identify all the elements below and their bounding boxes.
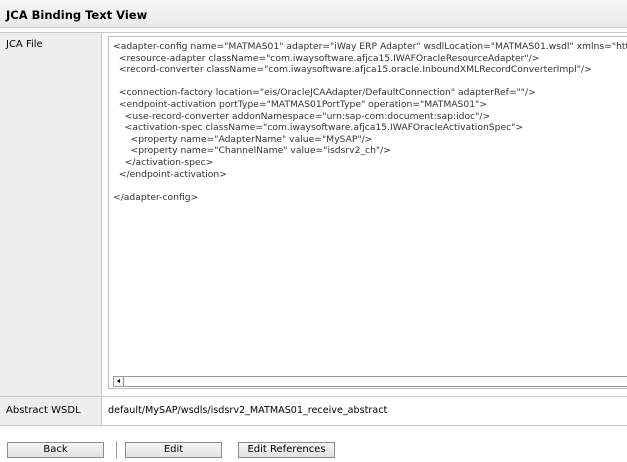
jca-file-text-area[interactable]: <adapter-config name="MATMAS01" adapter=…	[108, 36, 627, 389]
edit-button[interactable]: Edit	[125, 442, 222, 458]
scroll-left-arrow-icon[interactable]	[114, 377, 124, 386]
row-divider	[0, 396, 627, 397]
label-column	[0, 33, 102, 426]
abstract-wsdl-label: Abstract WSDL	[6, 405, 81, 416]
jca-file-content[interactable]: <adapter-config name="MATMAS01" adapter=…	[113, 41, 627, 203]
page-header: JCA Binding Text View	[0, 0, 627, 28]
button-separator	[116, 441, 117, 459]
abstract-wsdl-value: default/MySAP/wsdls/isdsrv2_MATMAS01_rec…	[108, 405, 388, 416]
horizontal-scrollbar[interactable]	[113, 376, 627, 387]
table-bottom-border	[0, 425, 627, 426]
edit-references-button[interactable]: Edit References	[238, 442, 335, 458]
jca-file-label: JCA File	[6, 39, 43, 50]
back-button[interactable]: Back	[7, 442, 104, 458]
page-title: JCA Binding Text View	[6, 8, 148, 22]
scrollbar-thumb[interactable]	[125, 377, 627, 386]
